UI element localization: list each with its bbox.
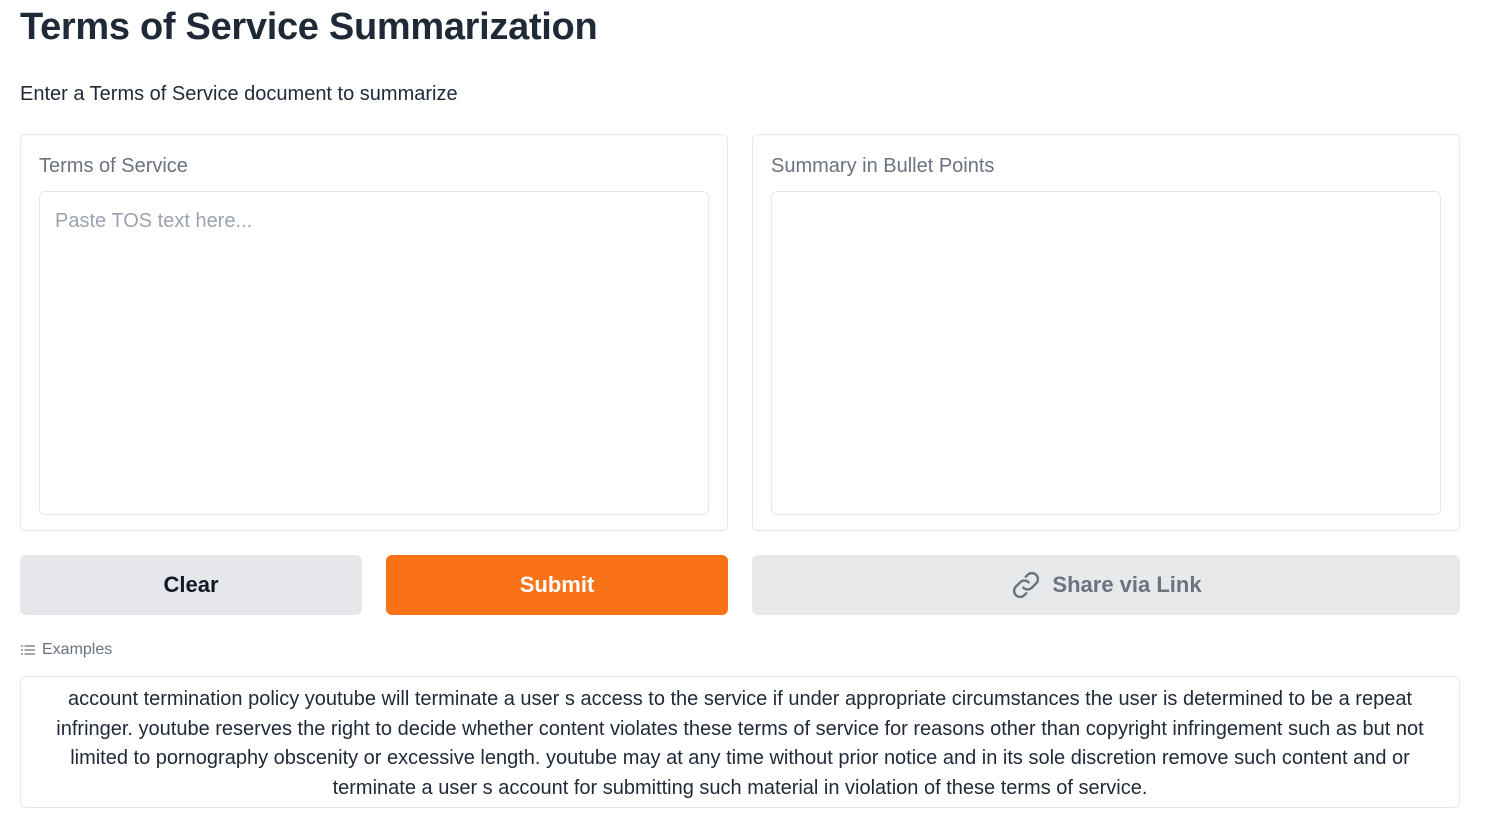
tos-input-label: Terms of Service — [39, 155, 188, 177]
summary-output-panel: Summary in Bullet Points — [752, 134, 1460, 531]
list-icon — [20, 645, 36, 655]
clear-button[interactable]: Clear — [20, 555, 362, 615]
page-description: Enter a Terms of Service document to sum… — [20, 83, 458, 105]
link-icon — [1013, 571, 1040, 599]
page-title: Terms of Service Summarization — [20, 6, 598, 48]
share-via-link-button[interactable]: Share via Link — [752, 555, 1460, 615]
tos-input-panel: Terms of Service — [20, 134, 728, 531]
share-button-label: Share via Link — [1052, 572, 1202, 597]
tos-textarea[interactable] — [39, 191, 709, 515]
examples-header: Examples — [20, 641, 112, 659]
summary-output-label: Summary in Bullet Points — [771, 155, 995, 177]
submit-button[interactable]: Submit — [386, 555, 728, 615]
summary-textbox[interactable] — [771, 191, 1441, 515]
examples-label: Examples — [42, 641, 113, 658]
app-page: Terms of Service Summarization Enter a T… — [0, 0, 1493, 819]
example-item[interactable]: account termination policy youtube will … — [20, 676, 1460, 808]
